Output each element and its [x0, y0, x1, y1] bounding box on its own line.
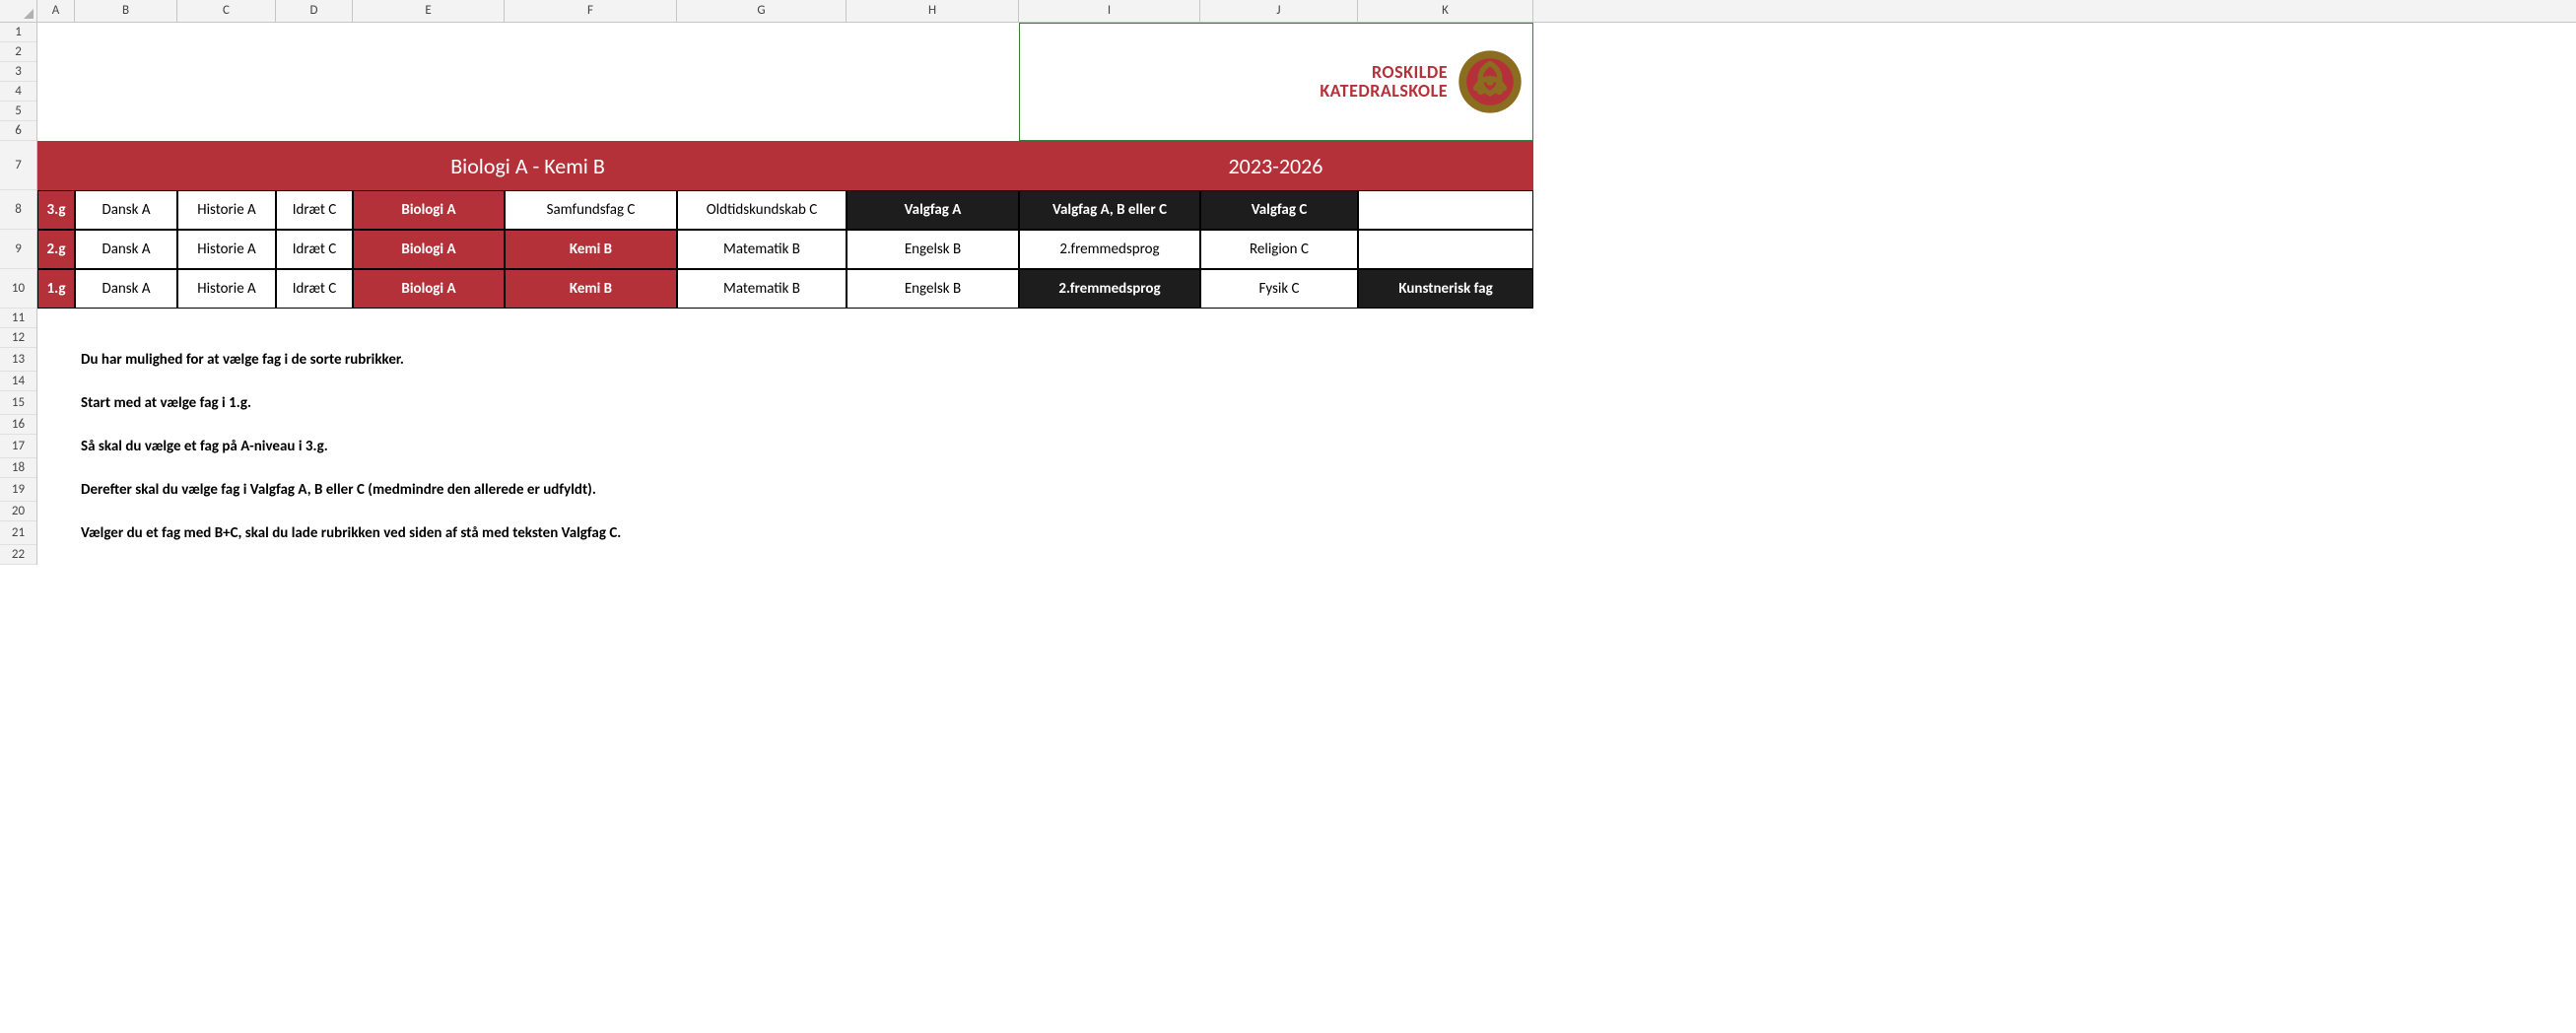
col-header-J[interactable]: J	[1200, 0, 1358, 22]
grade-2g-badge[interactable]: 2.g	[37, 230, 75, 269]
cell-3g-valgfag-abc[interactable]: Valgfag A, B eller C	[1019, 190, 1200, 230]
program-title[interactable]: Biologi A - Kemi B	[37, 141, 1019, 190]
school-logo: ROSKILDE KATEDRALSKOLE	[1019, 23, 1533, 141]
cell-3g-oldtidskundskab[interactable]: Oldtidskundskab C	[677, 190, 847, 230]
row-header-19[interactable]: 19	[0, 478, 36, 502]
cell-2g-historie[interactable]: Historie A	[177, 230, 276, 269]
instruction-2[interactable]: Start med at vælge fag i 1.g.	[75, 391, 1533, 415]
cell-1g-dansk[interactable]: Dansk A	[75, 269, 177, 309]
col-header-K[interactable]: K	[1358, 0, 1533, 22]
row-header-13[interactable]: 13	[0, 348, 36, 372]
row-header-10[interactable]: 10	[0, 269, 36, 309]
cell-3g-historie[interactable]: Historie A	[177, 190, 276, 230]
cell-2g-matematik[interactable]: Matematik B	[677, 230, 847, 269]
row-header-5[interactable]: 5	[0, 102, 36, 121]
col-header-G[interactable]: G	[677, 0, 847, 22]
cell-2g-fremmedsprog[interactable]: 2.fremmedsprog	[1019, 230, 1200, 269]
cell-1g-historie[interactable]: Historie A	[177, 269, 276, 309]
col-header-F[interactable]: F	[505, 0, 677, 22]
row-header-8[interactable]: 8	[0, 190, 36, 230]
cell-2g-religion[interactable]: Religion C	[1200, 230, 1358, 269]
row-header-17[interactable]: 17	[0, 435, 36, 458]
cell-grid[interactable]: ROSKILDE KATEDRALSKOLE	[37, 23, 2576, 565]
col-header-D[interactable]: D	[276, 0, 353, 22]
row-header-21[interactable]: 21	[0, 521, 36, 545]
program-years[interactable]: 2023-2026	[1019, 141, 1533, 190]
instruction-4[interactable]: Derefter skal du vælge fag i Valgfag A, …	[75, 478, 1533, 502]
cell-1g-matematik[interactable]: Matematik B	[677, 269, 847, 309]
cell-3g-valgfag-c[interactable]: Valgfag C	[1200, 190, 1358, 230]
cell-1g-fremmedsprog[interactable]: 2.fremmedsprog	[1019, 269, 1200, 309]
cell-3g-valgfag-a[interactable]: Valgfag A	[847, 190, 1019, 230]
cell-1g-engelsk[interactable]: Engelsk B	[847, 269, 1019, 309]
spreadsheet: A B C D E F G H I J K 1 2 3 4 5 6 7 8 9 …	[0, 0, 2576, 565]
row-header-1[interactable]: 1	[0, 23, 36, 42]
school-emblem-icon	[1457, 49, 1523, 114]
row-header-7[interactable]: 7	[0, 141, 36, 190]
col-header-C[interactable]: C	[177, 0, 276, 22]
instruction-3[interactable]: Så skal du vælge et fag på A-niveau i 3.…	[75, 435, 1533, 458]
row-header-18[interactable]: 18	[0, 458, 36, 478]
col-header-A[interactable]: A	[37, 0, 75, 22]
school-name-line2: KATEDRALSKOLE	[1320, 82, 1448, 101]
row-header-11[interactable]: 11	[0, 309, 36, 328]
row-header-20[interactable]: 20	[0, 502, 36, 521]
cell-3g-idraet[interactable]: Idræt C	[276, 190, 353, 230]
grade-1g-badge[interactable]: 1.g	[37, 269, 75, 309]
row-header-9[interactable]: 9	[0, 230, 36, 269]
cell-1g-idraet[interactable]: Idræt C	[276, 269, 353, 309]
cell-2g-biologi[interactable]: Biologi A	[353, 230, 505, 269]
cell-2g-empty-k[interactable]	[1358, 230, 1533, 269]
cell-3g-dansk[interactable]: Dansk A	[75, 190, 177, 230]
cell-2g-engelsk[interactable]: Engelsk B	[847, 230, 1019, 269]
cell-2g-idraet[interactable]: Idræt C	[276, 230, 353, 269]
grade-3g-badge[interactable]: 3.g	[37, 190, 75, 230]
instruction-5[interactable]: Vælger du et fag med B+C, skal du lade r…	[75, 521, 1533, 545]
cell-3g-empty-k[interactable]	[1358, 190, 1533, 230]
row-header-22[interactable]: 22	[0, 545, 36, 565]
col-header-H[interactable]: H	[847, 0, 1019, 22]
row-header-14[interactable]: 14	[0, 372, 36, 391]
cell-1g-kemi[interactable]: Kemi B	[505, 269, 677, 309]
cell-2g-kemi[interactable]: Kemi B	[505, 230, 677, 269]
col-header-I[interactable]: I	[1019, 0, 1200, 22]
row-header-16[interactable]: 16	[0, 415, 36, 435]
row-headers: 1 2 3 4 5 6 7 8 9 10 11 12 13 14 15 16 1…	[0, 23, 37, 565]
instruction-1[interactable]: Du har mulighed for at vælge fag i de so…	[75, 348, 1533, 372]
col-header-B[interactable]: B	[75, 0, 177, 22]
cell-2g-dansk[interactable]: Dansk A	[75, 230, 177, 269]
cell-3g-samfundsfag[interactable]: Samfundsfag C	[505, 190, 677, 230]
row-header-15[interactable]: 15	[0, 391, 36, 415]
row-header-6[interactable]: 6	[0, 121, 36, 141]
row-header-3[interactable]: 3	[0, 62, 36, 82]
column-headers: A B C D E F G H I J K	[0, 0, 2576, 23]
school-logo-text: ROSKILDE KATEDRALSKOLE	[1320, 63, 1448, 101]
row-header-4[interactable]: 4	[0, 82, 36, 102]
cell-1g-fysik[interactable]: Fysik C	[1200, 269, 1358, 309]
cell-1g-kunstnerisk[interactable]: Kunstnerisk fag	[1358, 269, 1533, 309]
cell-1g-biologi[interactable]: Biologi A	[353, 269, 505, 309]
col-header-E[interactable]: E	[353, 0, 505, 22]
cell-3g-biologi[interactable]: Biologi A	[353, 190, 505, 230]
row-header-2[interactable]: 2	[0, 42, 36, 62]
select-all-corner[interactable]	[0, 0, 37, 22]
row-header-12[interactable]: 12	[0, 328, 36, 348]
